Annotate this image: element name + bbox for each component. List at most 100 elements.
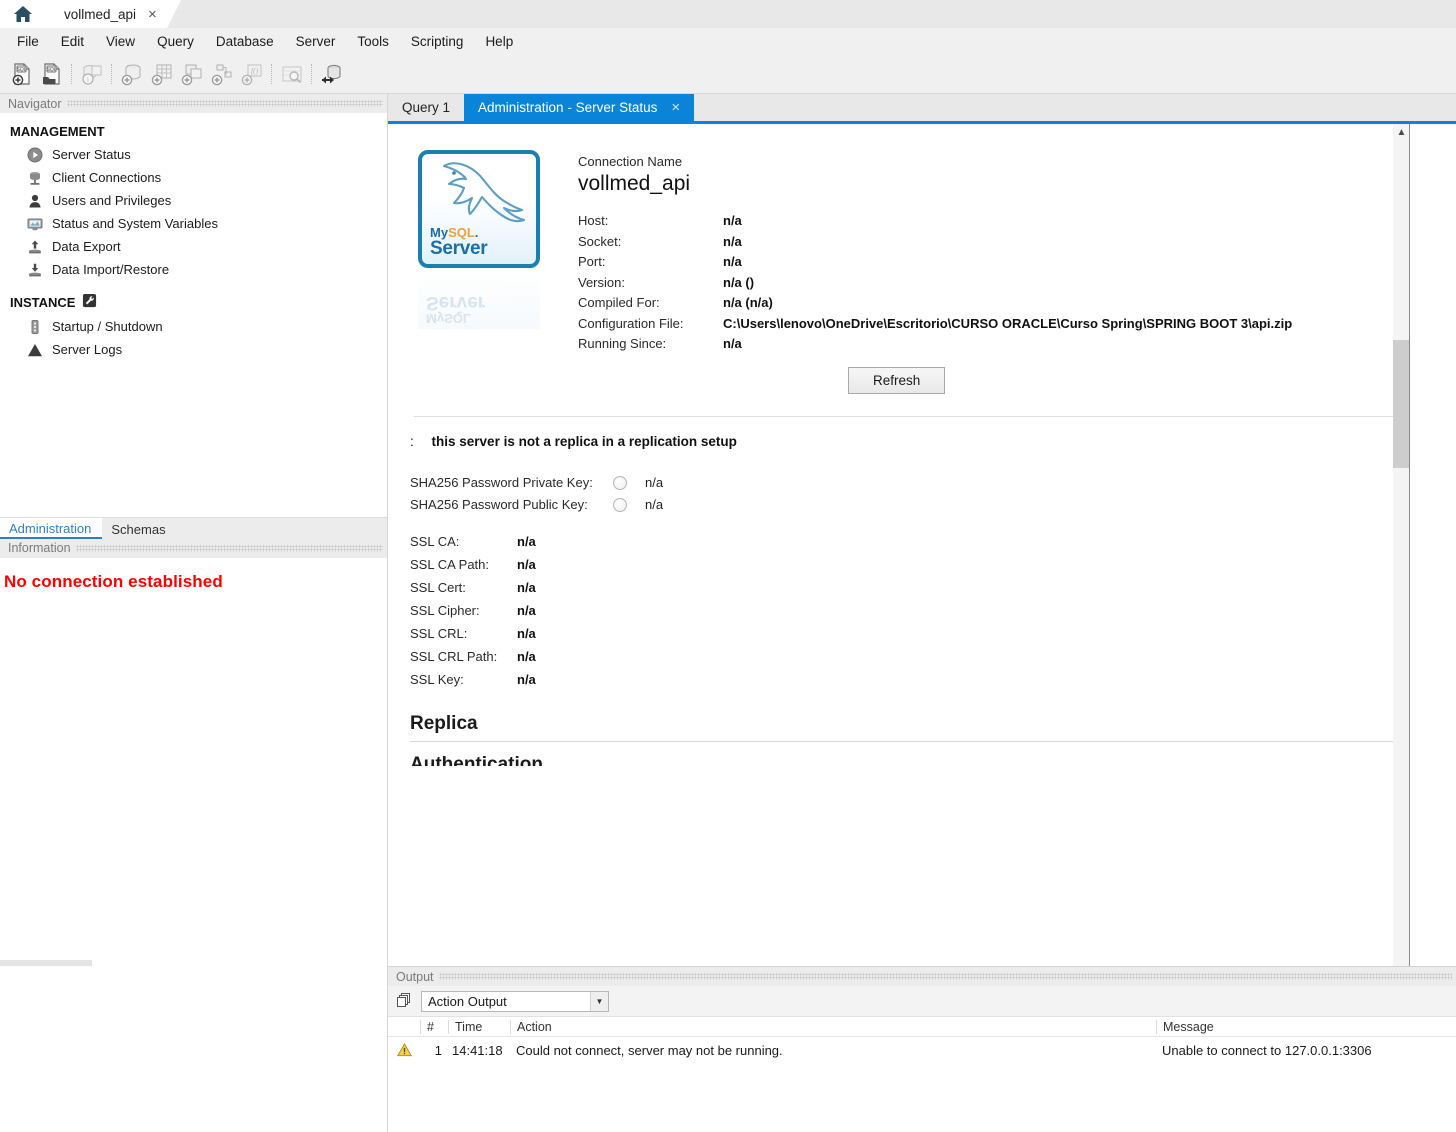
tab-query-1[interactable]: Query 1: [388, 94, 465, 121]
connection-tab-label: vollmed_api: [64, 6, 137, 22]
nav-group-management-label: MANAGEMENT: [10, 124, 105, 139]
tab-administration[interactable]: Administration: [0, 517, 103, 539]
sidebar-item-status-and-system-variables[interactable]: Status and System Variables: [0, 212, 387, 235]
menu-server[interactable]: Server: [285, 31, 347, 52]
replication-ssl-section: : this server is not a replica in a repl…: [388, 417, 1456, 766]
sidebar-item-data-export[interactable]: Data Export: [0, 235, 387, 258]
new-sql-tab-icon[interactable]: SQL: [7, 59, 37, 89]
table-row[interactable]: 1 14:41:18 Could not connect, server may…: [388, 1037, 1456, 1063]
column-header-num: #: [420, 1019, 448, 1034]
copy-stack-icon[interactable]: [396, 991, 413, 1011]
radio-icon[interactable]: [613, 475, 627, 490]
field-value: n/a (n/a): [723, 295, 773, 310]
radio-icon[interactable]: [613, 497, 627, 512]
field-value: n/a (): [723, 274, 755, 290]
section-heading-rule: [410, 741, 1404, 742]
sidebar-item-server-status[interactable]: Server Status: [0, 143, 387, 166]
cell-num: 1: [434, 1042, 442, 1058]
create-schema-icon[interactable]: [117, 59, 147, 89]
connection-info-icon[interactable]: i: [77, 59, 107, 89]
sidebar-item-startup-shutdown[interactable]: Startup / Shutdown: [0, 315, 387, 338]
output-toolbar: Action Output ▼: [388, 986, 1456, 1017]
menu-file[interactable]: File: [6, 31, 50, 52]
output-view-select[interactable]: Action Output ▼: [421, 990, 609, 1012]
menu-scripting[interactable]: Scripting: [400, 31, 475, 52]
tab-administration-server-status[interactable]: Administration - Server Status ×: [464, 94, 695, 121]
chevron-down-icon[interactable]: ▼: [590, 991, 608, 1011]
sidebar-item-users-and-privileges[interactable]: Users and Privileges: [0, 189, 387, 212]
menu-query[interactable]: Query: [146, 31, 205, 52]
connection-tab-vollmed-api[interactable]: vollmed_api ×: [46, 0, 181, 28]
cell-action: Could not connect, server may not be run…: [516, 1042, 783, 1058]
menu-help[interactable]: Help: [474, 31, 524, 52]
close-icon[interactable]: ×: [148, 7, 157, 22]
menu-database[interactable]: Database: [205, 31, 285, 52]
create-procedure-icon[interactable]: [207, 59, 237, 89]
menu-edit[interactable]: Edit: [50, 31, 95, 52]
nav-group-instance-label: INSTANCE: [10, 294, 76, 310]
sidebar-item-label: Client Connections: [52, 170, 162, 185]
content-area: Query 1 Administration - Server Status ×: [388, 94, 1456, 966]
sidebar-item-label: Server Status: [52, 147, 131, 162]
sidebar-item-label: Data Export: [52, 239, 121, 254]
cell-message: Unable to connect to 127.0.0.1:3306: [1162, 1042, 1372, 1058]
download-icon: [26, 261, 43, 278]
create-view-icon[interactable]: [177, 59, 207, 89]
logo-brand-server: Server: [430, 238, 488, 259]
field-configuration-file: Configuration File: C:\Users\lenovo\OneD…: [578, 316, 1292, 331]
mysql-logo-reflection: MySQL Server: [418, 271, 540, 329]
sidebar-item-label: Server Logs: [52, 342, 123, 357]
output-dock: Output Action Output ▼ # Time Action Mes…: [0, 966, 1456, 1132]
menu-view[interactable]: View: [95, 31, 146, 52]
sidebar-item-server-logs[interactable]: Server Logs: [0, 338, 387, 361]
field-value: n/a: [723, 233, 742, 249]
navigator-title: Navigator: [8, 96, 62, 111]
sidebar-item-label: Data Import/Restore: [52, 262, 170, 277]
output-title: Output: [396, 969, 434, 984]
sidebar-item-data-import-restore[interactable]: Data Import/Restore: [0, 258, 387, 281]
replication-note-text: this server is not a replica in a replic…: [431, 434, 737, 449]
sidebar-bottom-strip: [0, 960, 387, 966]
connection-fields: Connection Name vollmed_api Host: n/a So…: [578, 150, 1292, 394]
row-label: SSL CRL:: [410, 626, 468, 641]
field-value: n/a: [723, 254, 742, 269]
close-icon[interactable]: ×: [671, 100, 680, 115]
replication-status-note: : this server is not a replica in a repl…: [410, 434, 1456, 449]
home-icon: [13, 5, 33, 23]
field-label: Socket:: [578, 233, 622, 249]
main-split: Navigator MANAGEMENT Server Status Clien…: [0, 94, 1456, 966]
content-right-rail: [1409, 124, 1456, 966]
create-function-icon[interactable]: f(): [237, 59, 267, 89]
information-body: No connection established: [0, 557, 387, 966]
column-header-time: Time: [448, 1019, 510, 1034]
refresh-button[interactable]: Refresh: [848, 367, 946, 394]
toolbar-separator: [71, 64, 73, 84]
nav-group-management: MANAGEMENT: [0, 122, 387, 143]
field-label: Configuration File:: [578, 315, 684, 331]
field-version: Version: n/a (): [578, 275, 1292, 290]
chevron-up-icon[interactable]: ▲: [1393, 124, 1410, 141]
reconnect-server-icon[interactable]: [317, 59, 347, 89]
section-heading-authentication: Authentication: [410, 754, 543, 766]
server-status-scroll-area: MySQL. Server MySQL Server Connection Na…: [388, 124, 1456, 966]
search-data-icon[interactable]: [277, 59, 307, 89]
row-value: n/a: [517, 626, 536, 641]
open-sql-script-icon[interactable]: SQL: [37, 59, 67, 89]
row-value: n/a: [517, 580, 536, 595]
content-vertical-scrollbar[interactable]: ▲: [1393, 124, 1410, 966]
sidebar-item-client-connections[interactable]: Client Connections: [0, 166, 387, 189]
field-label: Host:: [578, 213, 609, 228]
create-table-icon[interactable]: [147, 59, 177, 89]
cell-time: 14:41:18: [452, 1042, 503, 1058]
output-table-header: # Time Action Message: [388, 1017, 1456, 1037]
reflect-brand-my: My: [426, 311, 445, 326]
column-header-action: Action: [510, 1019, 1156, 1034]
tab-schemas[interactable]: Schemas: [102, 518, 176, 539]
navigator-sidebar: Navigator MANAGEMENT Server Status Clien…: [0, 94, 388, 966]
scrollbar-thumb[interactable]: [1393, 340, 1410, 468]
output-panel: Output Action Output ▼ # Time Action Mes…: [388, 966, 1456, 1132]
mysql-logo-box: MySQL. Server: [418, 150, 540, 268]
home-tab[interactable]: [0, 0, 46, 28]
menu-bar: File Edit View Query Database Server Too…: [0, 28, 1456, 55]
menu-tools[interactable]: Tools: [346, 31, 400, 52]
